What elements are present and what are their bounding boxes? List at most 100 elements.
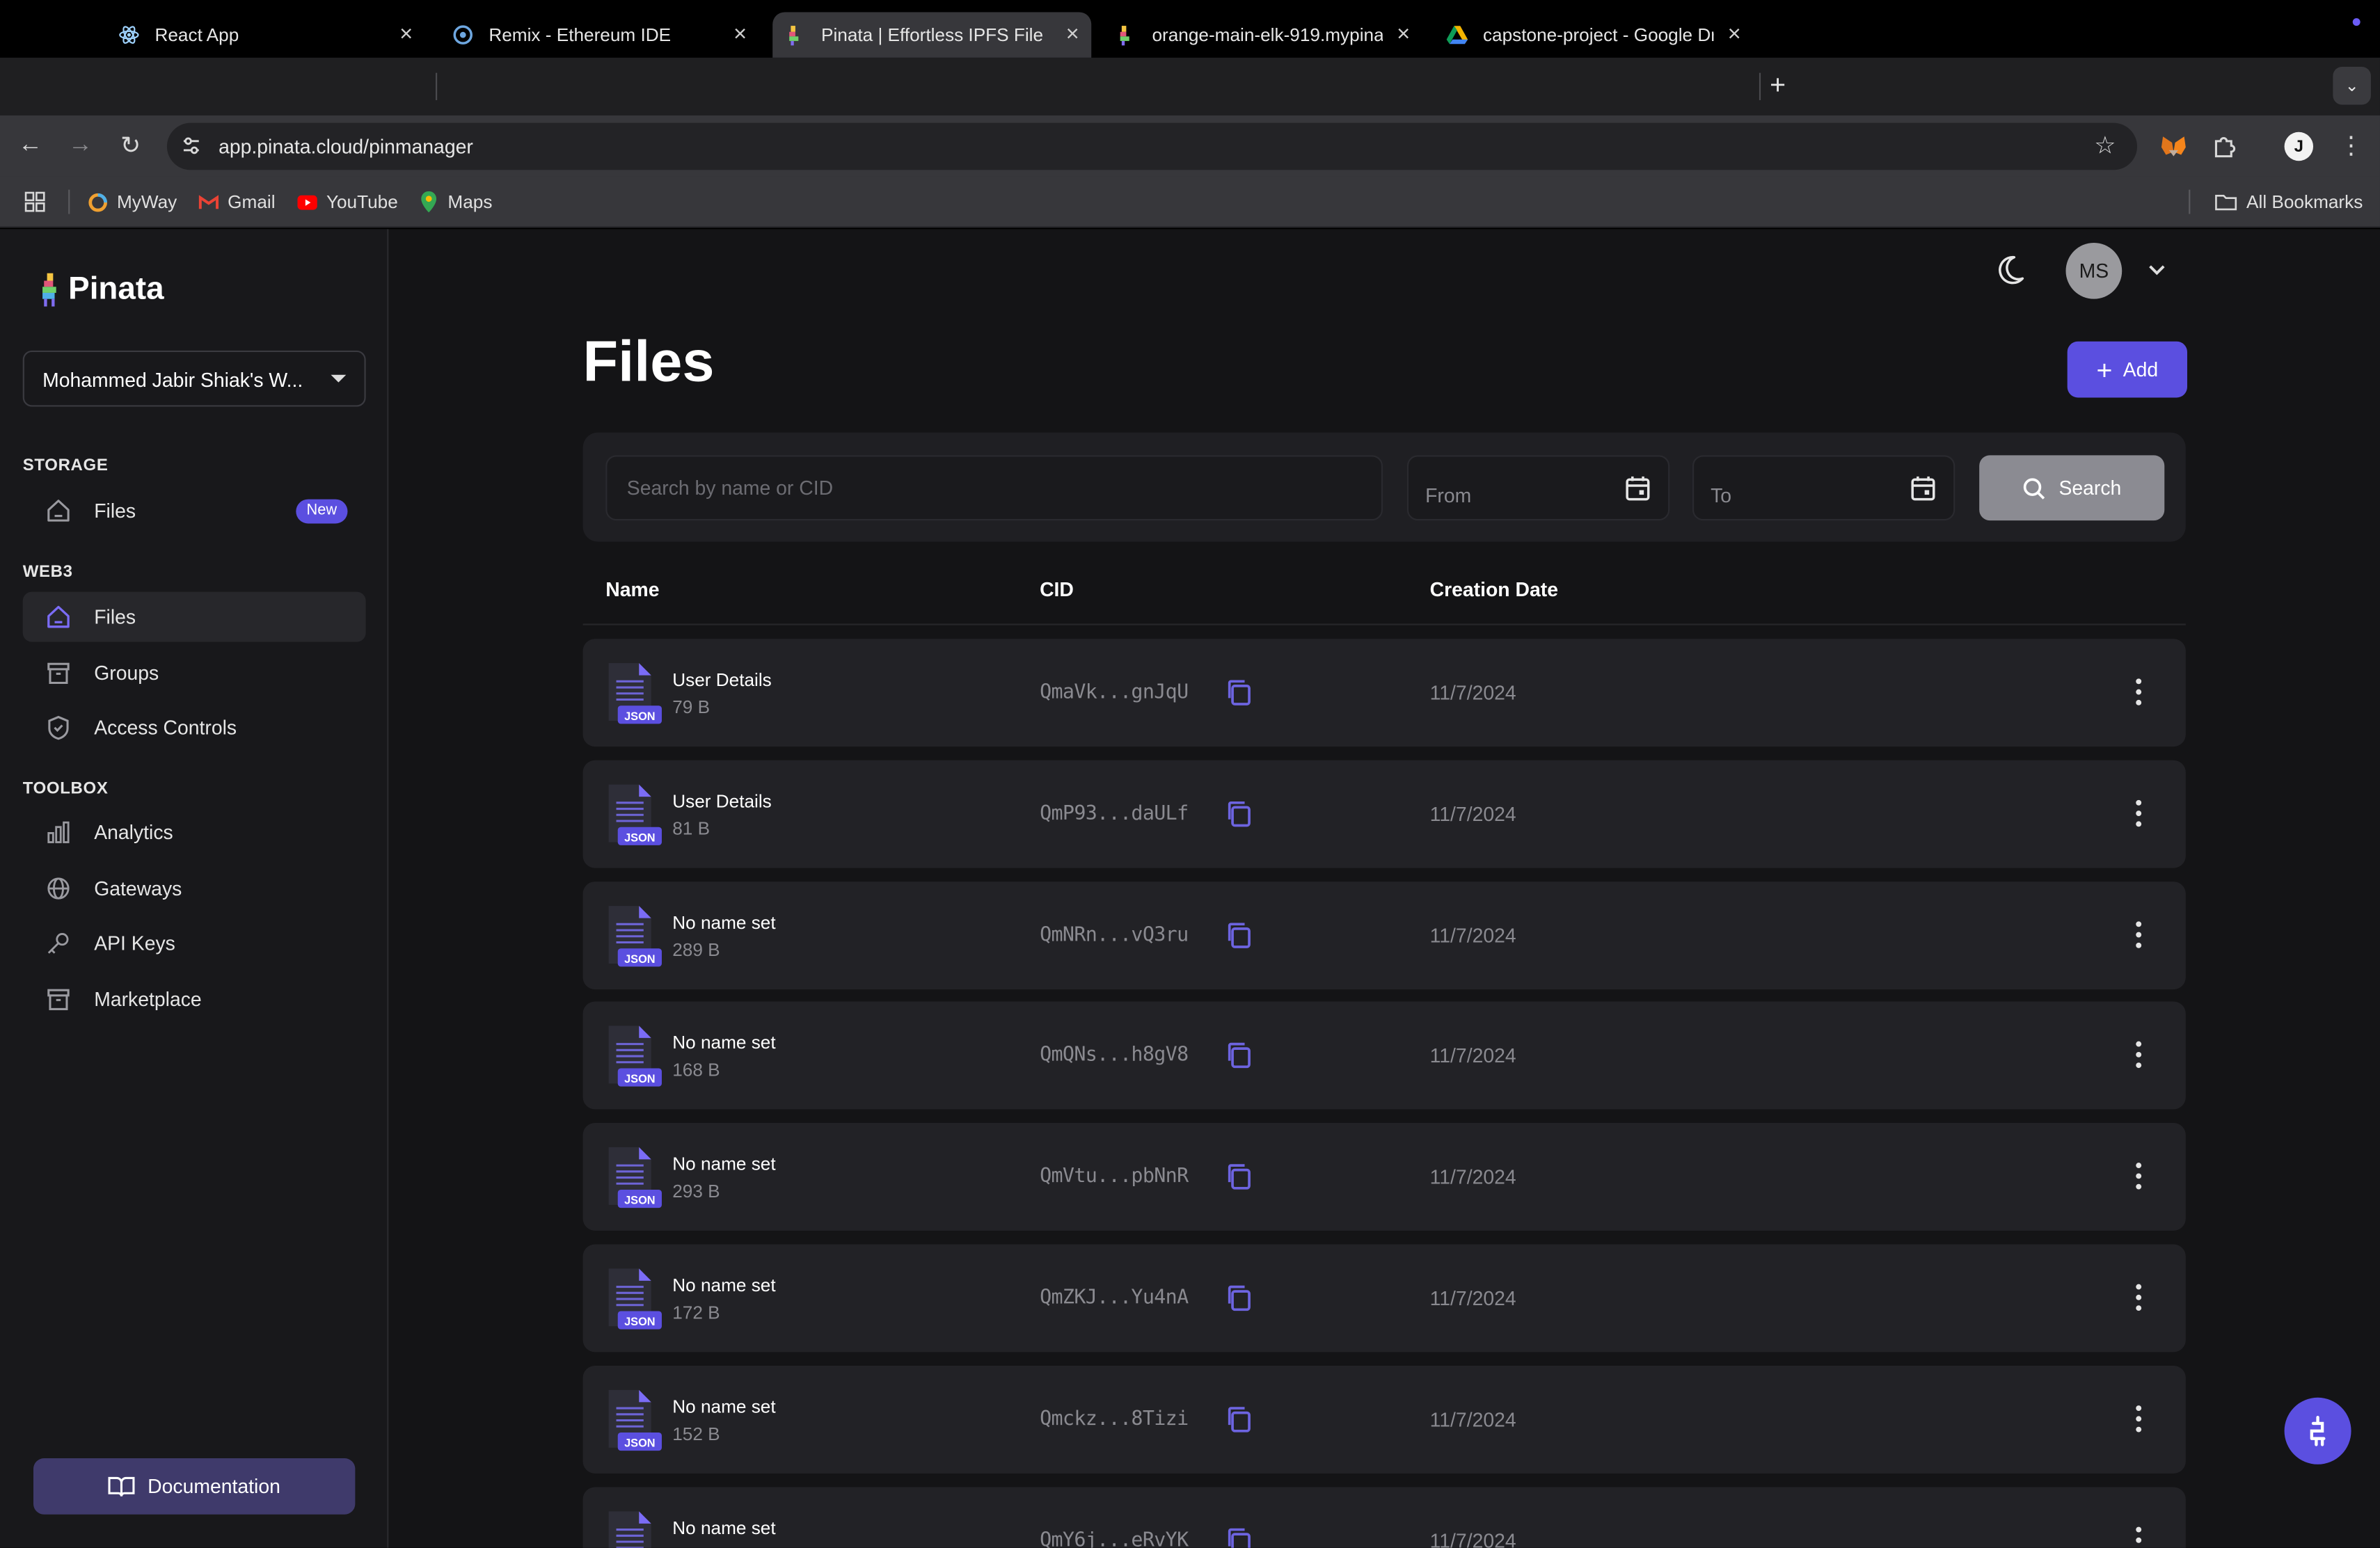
bookmark-myway[interactable]: MyWay xyxy=(88,191,177,213)
tab-remix[interactable]: Remix - Ethereum IDE × xyxy=(441,12,759,57)
column-header-cid[interactable]: CID xyxy=(1040,578,1074,601)
plus-icon: + xyxy=(2097,359,2113,381)
table-row[interactable]: JSON No name set 289 B QmNRn...vQ3ru 11/… xyxy=(583,881,2186,989)
close-icon[interactable]: × xyxy=(1066,23,1079,46)
tab-pinata[interactable]: Pinata | Effortless IPFS File M × xyxy=(772,12,1091,57)
file-name: No name set xyxy=(672,1032,775,1054)
table-row[interactable]: JSON User Details 81 B QmP93...daULf 11/… xyxy=(583,760,2186,868)
sidebar-item-label: API Keys xyxy=(94,932,175,955)
copy-icon[interactable] xyxy=(1225,1526,1253,1547)
copy-icon[interactable] xyxy=(1225,678,1253,707)
globe-icon xyxy=(45,876,71,902)
file-date: 11/7/2024 xyxy=(1430,923,1516,946)
sidebar-item-label: Groups xyxy=(94,662,159,685)
file-name: No name set xyxy=(672,1275,775,1296)
table-row[interactable]: JSON No name set QmY6j...eRvYK 11/7/2024 xyxy=(583,1487,2186,1548)
youtube-icon xyxy=(297,192,317,212)
sidebar-item-access-controls[interactable]: Access Controls xyxy=(23,703,366,753)
tab-react-app[interactable]: React App × xyxy=(106,12,425,57)
avatar[interactable]: MS xyxy=(2066,243,2123,299)
all-bookmarks[interactable]: All Bookmarks xyxy=(2214,191,2363,213)
add-button[interactable]: + Add xyxy=(2068,342,2187,398)
calendar-icon[interactable] xyxy=(1910,475,1937,502)
bookmark-maps[interactable]: Maps xyxy=(419,191,492,213)
more-options-icon[interactable] xyxy=(2128,918,2150,951)
copy-icon[interactable] xyxy=(1225,1284,1253,1312)
sidebar-item-groups[interactable]: Groups xyxy=(23,648,366,698)
sidebar-item-marketplace[interactable]: Marketplace xyxy=(23,974,366,1024)
table-row[interactable]: JSON No name set 152 B Qmckz...8Tizi 11/… xyxy=(583,1366,2186,1474)
bookmark-gmail[interactable]: Gmail xyxy=(199,191,276,213)
copy-icon[interactable] xyxy=(1225,1042,1253,1070)
copy-icon[interactable] xyxy=(1225,920,1253,949)
close-icon[interactable]: × xyxy=(1728,23,1741,46)
sidebar-item-analytics[interactable]: Analytics xyxy=(23,807,366,857)
table-row[interactable]: JSON No name set 293 B QmVtu...pbNnR 11/… xyxy=(583,1123,2186,1231)
section-toolbox: TOOLBOX xyxy=(23,780,109,798)
sidebar-item-web3-files[interactable]: Files xyxy=(23,592,366,642)
omnibox[interactable]: app.pinata.cloud/pinmanager ☆ xyxy=(167,123,2137,170)
table-row[interactable]: JSON No name set 172 B QmZKJ...Yu4nA 11/… xyxy=(583,1245,2186,1352)
from-date-input[interactable]: From xyxy=(1407,455,1669,520)
sidebar-item-storage-files[interactable]: Files New xyxy=(23,486,366,536)
search-button-label: Search xyxy=(2058,477,2121,500)
more-options-icon[interactable] xyxy=(2128,1402,2150,1435)
search-input[interactable] xyxy=(605,455,1383,520)
search-button[interactable]: Search xyxy=(1979,455,2164,520)
metamask-icon[interactable] xyxy=(2160,132,2187,159)
extensions-icon[interactable] xyxy=(2212,132,2239,159)
tab-gateway[interactable]: orange-main-elk-919.mypina × xyxy=(1104,12,1422,57)
site-settings-icon[interactable] xyxy=(181,135,203,157)
bookmark-star-icon[interactable]: ☆ xyxy=(2094,131,2116,161)
copy-icon[interactable] xyxy=(1225,1163,1253,1191)
close-icon[interactable]: × xyxy=(733,23,747,46)
bookmark-youtube[interactable]: YouTube xyxy=(297,191,397,213)
chevron-down-icon[interactable] xyxy=(2148,260,2166,281)
profile-avatar[interactable]: J xyxy=(2285,132,2313,161)
more-options-icon[interactable] xyxy=(2128,1281,2150,1314)
new-tab-icon[interactable]: + xyxy=(1770,70,1786,100)
sidebar-item-label: Files xyxy=(94,605,136,628)
more-options-icon[interactable] xyxy=(2128,1039,2150,1072)
column-header-date[interactable]: Creation Date xyxy=(1430,578,1558,601)
documentation-button[interactable]: Documentation xyxy=(33,1458,355,1515)
column-header-name[interactable]: Name xyxy=(605,578,659,601)
to-date-input[interactable]: To xyxy=(1692,455,1955,520)
more-options-icon[interactable] xyxy=(2128,1523,2150,1548)
pinata-logo[interactable]: Pinata xyxy=(40,271,164,308)
calendar-icon[interactable] xyxy=(1624,475,1651,502)
all-bookmarks-label: All Bookmarks xyxy=(2246,191,2363,213)
more-options-icon[interactable] xyxy=(2128,676,2150,709)
more-options-icon[interactable] xyxy=(2128,1160,2150,1193)
workspace-selector[interactable]: Mohammed Jabir Shiak's W... xyxy=(23,351,366,407)
file-cid: QmaVk...gnJqU xyxy=(1040,681,1188,704)
apps-grid-icon[interactable] xyxy=(24,191,46,213)
copy-icon[interactable] xyxy=(1225,1405,1253,1433)
sidebar-item-api-keys[interactable]: API Keys xyxy=(23,918,366,968)
sidebar-item-label: Gateways xyxy=(94,877,182,900)
table-row[interactable]: JSON No name set 168 B QmQNs...h8gV8 11/… xyxy=(583,1002,2186,1110)
file-date: 11/7/2024 xyxy=(1430,1529,1516,1548)
more-options-icon[interactable] xyxy=(2128,797,2150,830)
close-icon[interactable]: × xyxy=(1397,23,1410,46)
json-badge-text: JSON xyxy=(624,1195,656,1207)
tab-label: orange-main-elk-919.mypina xyxy=(1152,24,1383,46)
close-icon[interactable]: × xyxy=(399,23,413,46)
file-date: 11/7/2024 xyxy=(1430,1044,1516,1067)
tab-search-icon[interactable]: ⌄ xyxy=(2333,67,2371,105)
table-row[interactable]: JSON User Details 79 B QmaVk...gnJqU 11/… xyxy=(583,639,2186,747)
myway-icon xyxy=(88,192,108,212)
tab-google-drive[interactable]: capstone-project - Google Dr × xyxy=(1434,12,1753,57)
moon-icon[interactable] xyxy=(1993,253,2026,287)
back-icon[interactable]: ← xyxy=(15,131,46,161)
file-name: User Details xyxy=(672,790,772,812)
reload-icon[interactable]: ↻ xyxy=(116,131,146,161)
home-icon xyxy=(45,497,71,523)
forward-icon[interactable]: → xyxy=(65,131,96,161)
help-chat-button[interactable] xyxy=(2285,1398,2351,1465)
copy-icon[interactable] xyxy=(1225,799,1253,828)
tab-label: capstone-project - Google Dr xyxy=(1483,24,1714,46)
bookmark-separator xyxy=(68,190,70,214)
sidebar-item-gateways[interactable]: Gateways xyxy=(23,863,366,913)
browser-menu-icon[interactable]: ⋮ xyxy=(2339,131,2363,161)
